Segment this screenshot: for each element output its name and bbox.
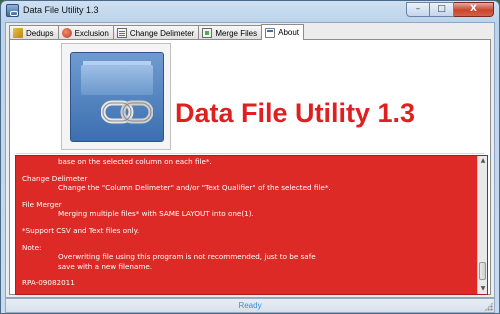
maximize-button[interactable]: □ — [430, 2, 454, 17]
scroll-thumb[interactable] — [479, 262, 486, 280]
about-info-textbox[interactable]: base on the selected column on each file… — [15, 155, 488, 295]
app-window: Data File Utility 1.3 – □ X Dedups Exclu… — [0, 0, 500, 314]
resize-grip-icon[interactable] — [484, 302, 493, 311]
chain-link-icon — [101, 100, 153, 124]
app-icon — [6, 4, 19, 17]
info-line: save with a new filename. — [58, 261, 153, 271]
scroll-up-icon[interactable]: ▲ — [478, 156, 487, 166]
database-link-icon — [70, 52, 164, 142]
tab-exclusion[interactable]: Exclusion — [57, 25, 114, 40]
merge-icon — [202, 28, 213, 38]
status-text: Ready — [238, 301, 262, 310]
divider — [16, 153, 484, 154]
info-line: File Merger — [22, 199, 62, 209]
dedups-icon — [13, 28, 23, 38]
about-tab-page: Data File Utility 1.3 base on the select… — [9, 39, 491, 295]
status-bar: Ready — [5, 298, 495, 313]
vertical-scrollbar[interactable]: ▲ ▼ — [477, 156, 487, 294]
about-info-text: base on the selected column on each file… — [22, 157, 474, 288]
tab-merge-files[interactable]: Merge Files — [198, 25, 263, 40]
tab-label: About — [278, 28, 300, 37]
tab-label: Change Delimeter — [129, 28, 195, 38]
exclusion-icon — [61, 28, 72, 38]
delimeter-icon — [116, 28, 127, 38]
window-controls: – □ X — [406, 2, 494, 17]
info-line: Merging multiple files* with SAME LAYOUT… — [58, 209, 254, 219]
info-line: *Support CSV and Text files only. — [22, 225, 140, 235]
main-panel: Dedups Exclusion Change Delimeter Merge … — [5, 22, 495, 298]
window-title: Data File Utility 1.3 — [23, 5, 99, 15]
tab-label: Merge Files — [215, 28, 258, 38]
info-line: Change the "Column Delimeter" and/or "Te… — [58, 183, 331, 193]
tab-label: Exclusion — [74, 28, 109, 38]
tab-dedups[interactable]: Dedups — [9, 25, 59, 40]
tab-strip: Dedups Exclusion Change Delimeter Merge … — [9, 24, 305, 40]
tab-label: Dedups — [26, 28, 54, 38]
close-button[interactable]: X — [454, 2, 494, 17]
title-bar[interactable]: Data File Utility 1.3 – □ X — [1, 1, 499, 21]
tab-change-delimeter[interactable]: Change Delimeter — [112, 25, 200, 40]
tab-about[interactable]: About — [261, 24, 305, 40]
minimize-button[interactable]: – — [406, 2, 430, 17]
info-line: Change Delimeter — [22, 173, 88, 183]
app-logo — [61, 43, 171, 150]
info-line: Overwriting file using this program is n… — [58, 252, 316, 262]
info-line: RPA-09082011 — [22, 278, 75, 288]
info-line: Note: — [22, 242, 42, 252]
about-app-title: Data File Utility 1.3 — [175, 98, 416, 128]
scroll-down-icon[interactable]: ▼ — [478, 284, 487, 294]
info-line: base on the selected column on each file… — [58, 157, 212, 166]
about-icon — [265, 27, 276, 38]
